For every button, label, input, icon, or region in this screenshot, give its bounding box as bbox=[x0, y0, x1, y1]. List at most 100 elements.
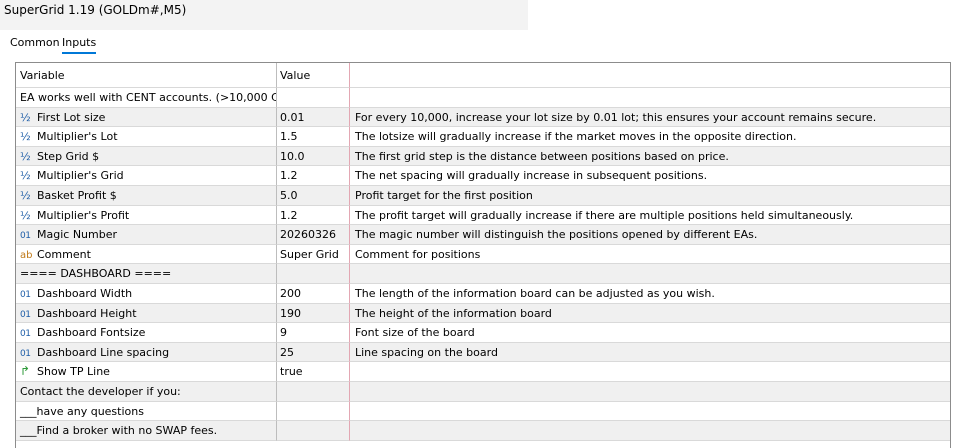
variable-name: Multiplier's Profit bbox=[37, 208, 130, 222]
table-row[interactable]: 01 Dashboard Width 200 The length of the in… bbox=[16, 283, 950, 304]
table-row[interactable]: ½ Multiplier's Profit 1.2 The profit target… bbox=[16, 205, 950, 226]
boolean-icon: ↱ bbox=[20, 364, 31, 379]
table-row[interactable]: ==== DASHBOARD ==== bbox=[16, 264, 950, 284]
column-header-value[interactable]: Value bbox=[277, 63, 350, 88]
value-cell[interactable]: 1.2 bbox=[277, 205, 350, 226]
tab-common[interactable]: Common bbox=[10, 36, 60, 49]
table-row[interactable]: ab Comment Super Grid Comment for positions bbox=[16, 244, 950, 265]
variable-cell: ½ Basket Profit $ bbox=[16, 185, 277, 206]
value-cell[interactable]: 5.0 bbox=[277, 185, 350, 206]
integer-icon: 01 bbox=[20, 348, 31, 359]
description-cell bbox=[350, 362, 950, 382]
variable-cell: ___Find a broker with no SWAP fees. bbox=[16, 421, 277, 441]
value-cell[interactable]: true bbox=[277, 362, 350, 382]
variable-cell: 01 Dashboard Width bbox=[16, 283, 277, 304]
table-row[interactable]: ½ First Lot size 0.01 For every 10,000, inc… bbox=[16, 107, 950, 128]
table-row[interactable]: 01 Magic Number 20260326 The magic number w… bbox=[16, 225, 950, 245]
column-header-variable[interactable]: Variable bbox=[16, 63, 277, 88]
variable-name: ___have any questions bbox=[20, 404, 144, 418]
variable-name: Comment bbox=[37, 247, 91, 261]
integer-icon: 01 bbox=[20, 309, 31, 320]
table-row[interactable]: ½ Multiplier's Grid 1.2 The net spacing wil… bbox=[16, 166, 950, 186]
half-fraction-icon: ½ bbox=[20, 130, 31, 144]
value-cell[interactable] bbox=[277, 421, 350, 441]
variable-cell: ==== DASHBOARD ==== bbox=[16, 264, 277, 284]
value-cell[interactable]: Super Grid bbox=[277, 244, 350, 265]
variable-cell: 01 Magic Number bbox=[16, 225, 277, 245]
value-cell[interactable]: 25 bbox=[277, 342, 350, 363]
description-cell bbox=[350, 421, 950, 441]
variable-name: Contact the developer if you: bbox=[20, 384, 181, 398]
table-row[interactable]: ½ Step Grid $ 10.0 The first grid step is t… bbox=[16, 146, 950, 167]
variable-name: First Lot size bbox=[37, 110, 106, 124]
description-cell bbox=[350, 264, 950, 284]
description-cell: Font size of the board bbox=[350, 323, 950, 343]
description-cell bbox=[350, 88, 950, 108]
table-row[interactable]: Contact the developer if you: bbox=[16, 381, 950, 402]
tab-inputs[interactable]: Inputs bbox=[62, 36, 97, 54]
table-row[interactable]: EA works well with CENT accounts. (>10,0… bbox=[16, 88, 950, 108]
integer-icon: 01 bbox=[20, 231, 31, 242]
half-fraction-icon: ½ bbox=[20, 208, 31, 222]
description-cell: The first grid step is the distance betw… bbox=[350, 147, 950, 167]
value-cell[interactable]: 10.0 bbox=[277, 146, 350, 167]
window-title: SuperGrid 1.19 (GOLDm#,M5) bbox=[4, 3, 187, 17]
variable-name: ___Find a broker with no SWAP fees. bbox=[20, 424, 218, 438]
value-cell[interactable]: 20260326 bbox=[277, 225, 350, 245]
value-cell[interactable]: 1.2 bbox=[277, 166, 350, 186]
variable-cell: ½ Multiplier's Profit bbox=[16, 205, 277, 226]
variable-name: Magic Number bbox=[37, 228, 118, 242]
value-cell[interactable]: 190 bbox=[277, 303, 350, 324]
table-row[interactable]: ½ Multiplier's Lot 1.5 The lotsize will gra… bbox=[16, 127, 950, 147]
description-cell: Profit target for the first position bbox=[350, 186, 950, 206]
table-row[interactable]: ↱ Show TP Line true bbox=[16, 362, 950, 382]
integer-icon: 01 bbox=[20, 289, 31, 300]
variable-cell: 01 Dashboard Fontsize bbox=[16, 323, 277, 343]
table-row[interactable]: 01 Dashboard Line spacing 25 Line spacing o… bbox=[16, 342, 950, 363]
value-cell[interactable]: 0.01 bbox=[277, 107, 350, 128]
inputs-grid: Variable Value EA works well with CENT a… bbox=[15, 62, 951, 448]
description-cell: The magic number will distinguish the po… bbox=[350, 225, 950, 245]
variable-cell: 01 Dashboard Height bbox=[16, 303, 277, 324]
variable-cell: ½ Multiplier's Grid bbox=[16, 166, 277, 186]
variable-name: Dashboard Height bbox=[37, 306, 137, 320]
table-row[interactable]: ___Find a broker with no SWAP fees. bbox=[16, 421, 950, 441]
description-cell: The lotsize will gradually increase if t… bbox=[350, 127, 950, 147]
half-fraction-icon: ½ bbox=[20, 188, 31, 202]
title-bar: SuperGrid 1.19 (GOLDm#,M5) bbox=[0, 0, 528, 30]
description-cell bbox=[350, 402, 950, 422]
grid-body: EA works well with CENT accounts. (>10,0… bbox=[16, 88, 950, 441]
variable-cell: 01 Dashboard Line spacing bbox=[16, 342, 277, 363]
value-cell[interactable]: 1.5 bbox=[277, 127, 350, 147]
half-fraction-icon: ½ bbox=[20, 149, 31, 163]
variable-name: Dashboard Fontsize bbox=[37, 326, 146, 340]
variable-name: Dashboard Width bbox=[37, 286, 133, 300]
variable-cell: ↱ Show TP Line bbox=[16, 362, 277, 382]
table-row[interactable]: ___have any questions bbox=[16, 401, 950, 422]
table-row[interactable]: 01 Dashboard Height 190 The height of the i… bbox=[16, 303, 950, 324]
integer-icon: 01 bbox=[20, 329, 31, 340]
variable-name: Multiplier's Grid bbox=[37, 169, 124, 183]
variable-cell: ½ Step Grid $ bbox=[16, 146, 277, 167]
column-header-description[interactable] bbox=[350, 63, 950, 88]
description-cell: Comment for positions bbox=[350, 245, 950, 265]
table-row[interactable]: 01 Dashboard Fontsize 9 Font size of the bo… bbox=[16, 323, 950, 343]
half-fraction-icon: ½ bbox=[20, 110, 31, 124]
variable-cell: EA works well with CENT accounts. (>10,0… bbox=[16, 88, 277, 108]
variable-name: Show TP Line bbox=[37, 365, 110, 379]
value-cell[interactable]: 200 bbox=[277, 283, 350, 304]
variable-cell: Contact the developer if you: bbox=[16, 381, 277, 402]
variable-name: Step Grid $ bbox=[37, 149, 100, 163]
value-cell[interactable] bbox=[277, 401, 350, 422]
value-cell[interactable] bbox=[277, 264, 350, 284]
table-row[interactable]: ½ Basket Profit $ 5.0 Profit target for the… bbox=[16, 185, 950, 206]
description-cell: For every 10,000, increase your lot size… bbox=[350, 108, 950, 128]
description-cell: The profit target will gradually increas… bbox=[350, 206, 950, 226]
grid-header: Variable Value bbox=[16, 63, 950, 88]
description-cell: The length of the information board can … bbox=[350, 284, 950, 304]
value-cell[interactable]: 9 bbox=[277, 323, 350, 343]
string-icon: ab bbox=[20, 249, 33, 261]
value-cell[interactable] bbox=[277, 88, 350, 108]
value-cell[interactable] bbox=[277, 381, 350, 402]
description-cell: The net spacing will gradually increase … bbox=[350, 166, 950, 186]
